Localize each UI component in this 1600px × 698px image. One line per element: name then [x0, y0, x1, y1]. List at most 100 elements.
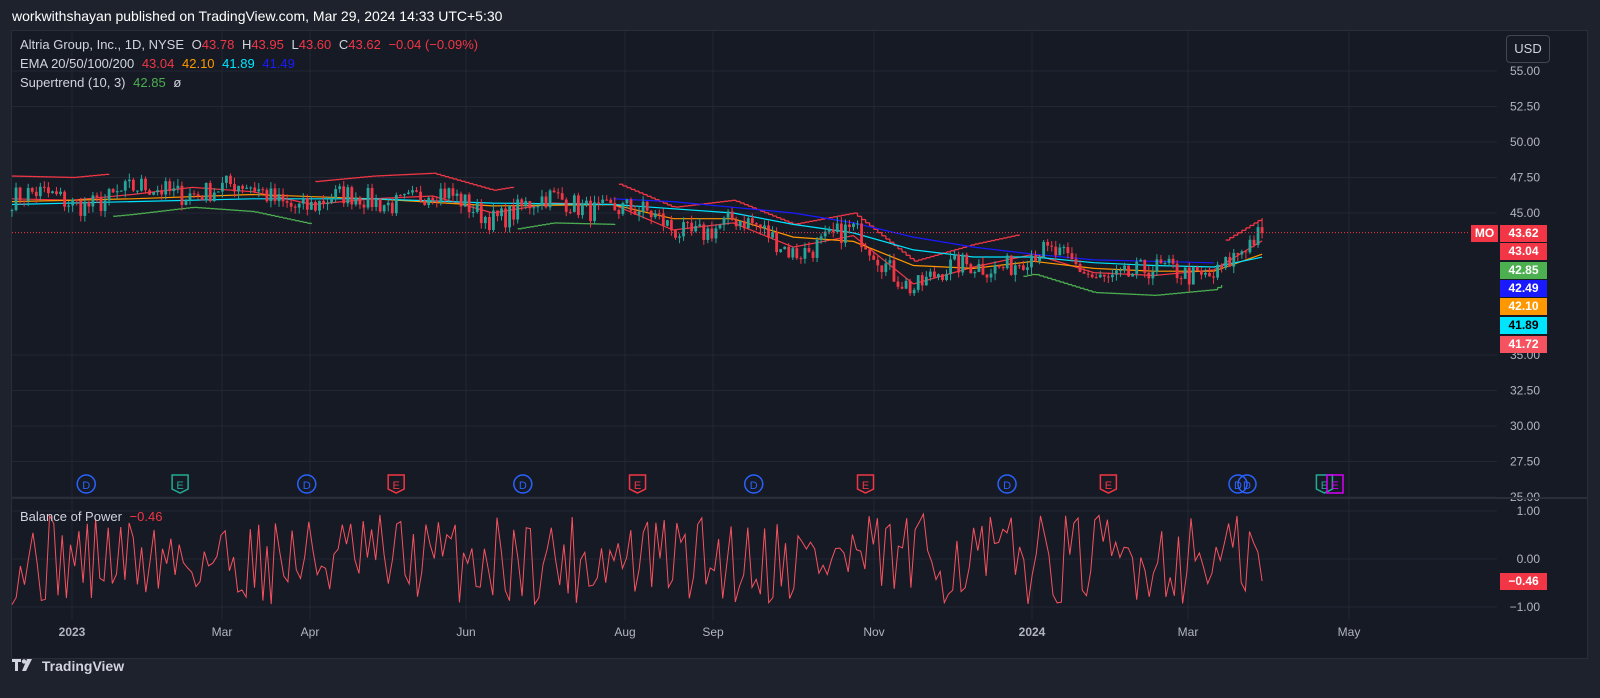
candle-body: [937, 274, 940, 278]
candle-body: [572, 195, 576, 212]
candle-body: [746, 218, 750, 229]
candle-body: [831, 229, 835, 233]
candle-body: [419, 191, 423, 201]
candle-body: [694, 225, 698, 232]
candle-body: [305, 197, 309, 210]
candle-body: [1191, 267, 1195, 285]
candle-body: [475, 202, 479, 212]
candle-body: [750, 218, 754, 224]
candle-body: [657, 213, 661, 215]
candle-body: [1119, 270, 1122, 272]
candle-body: [1086, 273, 1090, 275]
candle-body: [1038, 257, 1041, 262]
candle-body: [67, 205, 71, 207]
ema-name[interactable]: EMA 20/50/100/200: [20, 56, 134, 71]
dividend-marker[interactable]: D: [76, 474, 96, 494]
chart-svg[interactable]: 55.0052.5050.0047.5045.0035.0032.5030.00…: [0, 0, 1600, 698]
candle-body: [140, 178, 143, 191]
candle-body: [55, 191, 58, 195]
candle-body: [492, 210, 495, 231]
candle-body: [508, 205, 512, 228]
supertrend-legend: Supertrend (10, 3) 42.85 ø: [20, 75, 185, 90]
candle-body: [237, 185, 240, 192]
candle-body: [123, 181, 127, 191]
candle-body: [637, 211, 641, 215]
candle-body: [706, 228, 710, 240]
candle-body: [483, 217, 487, 224]
price-axis-label: 30.00: [1510, 419, 1540, 433]
candle-body: [633, 210, 637, 215]
candle-body: [682, 222, 685, 237]
candle-body: [1216, 264, 1219, 278]
candle-body: [924, 276, 928, 286]
earnings-marker[interactable]: E: [856, 474, 875, 494]
time-axis-label: Mar: [212, 625, 233, 639]
candle-body: [277, 194, 281, 202]
symbol-name[interactable]: Altria Group, Inc., 1D, NYSE: [20, 37, 184, 52]
dividend-marker[interactable]: D: [513, 474, 533, 494]
candle-body: [241, 185, 244, 189]
candle-body: [548, 190, 552, 208]
candle-body: [18, 187, 22, 201]
candle-body: [803, 248, 807, 259]
candle-body: [868, 249, 872, 256]
close-label: C43.62: [338, 37, 381, 52]
dividend-marker[interactable]: D: [297, 474, 317, 494]
candle-body: [87, 201, 91, 207]
tradingview-footer[interactable]: TradingView: [12, 657, 124, 675]
candle-body: [423, 200, 427, 205]
earnings-marker[interactable]: E: [628, 474, 647, 494]
candle-body: [297, 203, 301, 208]
candle-body: [293, 206, 297, 208]
dividend-marker[interactable]: D: [744, 474, 764, 494]
candle-body: [645, 201, 649, 211]
candle-body: [1159, 259, 1163, 264]
candle-body: [1021, 265, 1025, 270]
candle-body: [176, 185, 180, 189]
candle-body: [1058, 247, 1062, 256]
candle-body: [1090, 274, 1094, 278]
event-label: D: [303, 480, 311, 492]
candle-body: [443, 188, 447, 199]
candle-body: [398, 195, 402, 197]
candle-body: [872, 255, 876, 260]
candle-body: [1224, 257, 1228, 269]
candle-body: [1062, 247, 1066, 249]
candle-body: [346, 187, 350, 204]
candle-body: [188, 193, 192, 201]
earnings-marker[interactable]: E: [1099, 474, 1118, 494]
event-label: D: [750, 480, 758, 492]
candle-body: [26, 187, 30, 201]
candle-body: [1139, 259, 1143, 262]
candle-body: [1244, 251, 1248, 253]
price-tag: 43.62: [1500, 225, 1547, 242]
candle-body: [273, 188, 277, 202]
currency-button[interactable]: USD: [1506, 35, 1550, 63]
price-axis-label: 50.00: [1510, 135, 1540, 149]
candle-body: [1236, 252, 1240, 255]
candle-body: [795, 248, 799, 259]
candle-body: [945, 274, 948, 280]
dividend-marker[interactable]: D: [997, 474, 1017, 494]
candle-body: [520, 199, 524, 207]
candle-body: [439, 188, 443, 203]
candle-body: [152, 192, 155, 195]
bop-name[interactable]: Balance of Power: [20, 509, 122, 524]
candle-body: [467, 194, 471, 213]
earnings-marker[interactable]: E: [171, 474, 189, 494]
candle-body: [1260, 227, 1264, 233]
candle-body: [362, 204, 366, 208]
candle-body: [613, 202, 617, 211]
candle-body: [581, 204, 584, 216]
time-axis-label: Apr: [301, 625, 320, 639]
earnings-marker[interactable]: E: [1315, 474, 1334, 494]
earnings-marker[interactable]: E: [387, 474, 405, 494]
candle-body: [1143, 259, 1147, 273]
candle-body: [779, 249, 783, 253]
price-axis-label: 27.50: [1510, 455, 1540, 469]
candle-body: [860, 223, 863, 248]
candle-body: [896, 281, 900, 287]
event-label: E: [1105, 480, 1112, 492]
supertrend-name[interactable]: Supertrend (10, 3): [20, 75, 126, 90]
open-value: 43.78: [201, 37, 235, 52]
